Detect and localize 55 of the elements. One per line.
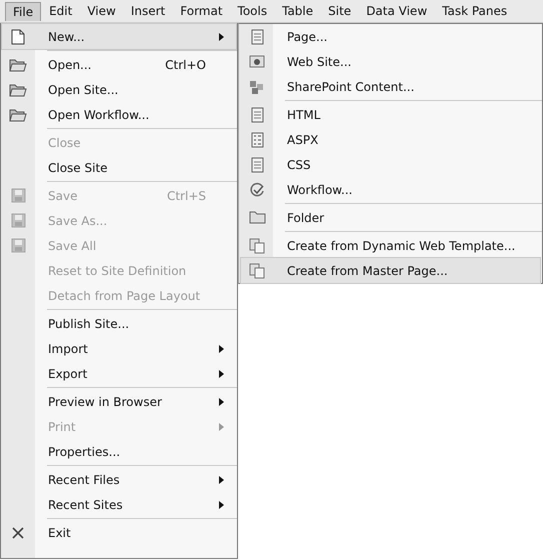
blocks-icon (249, 78, 265, 94)
menu-item[interactable]: Properties... (2, 439, 236, 464)
menu-title[interactable]: Data View (359, 2, 434, 20)
folder-icon (9, 82, 27, 97)
menu-item[interactable]: Create from Master Page... (241, 258, 540, 283)
submenu-arrow-icon (219, 500, 224, 508)
submenu-arrow-icon (219, 398, 224, 406)
menu-item[interactable]: Recent Files (2, 467, 236, 492)
menu-item[interactable]: SharePoint Content... (241, 74, 540, 99)
menu-title[interactable]: Tools (230, 2, 274, 20)
folder-icon (9, 107, 27, 122)
menu-item[interactable]: Page... (241, 24, 540, 49)
menu-item[interactable]: Export (2, 361, 236, 386)
menu-title[interactable]: Insert (124, 2, 172, 20)
menu-title[interactable]: File (5, 2, 42, 20)
document-icon (250, 28, 264, 44)
list-icon (250, 132, 264, 148)
menu-title[interactable]: Edit (42, 2, 80, 20)
submenu-arrow-icon (219, 476, 224, 484)
menu-item[interactable]: Close Site (2, 155, 236, 180)
menu-item[interactable]: Workflow... (241, 177, 540, 202)
document-icon (250, 106, 264, 122)
menu-item[interactable]: Open Workflow... (2, 102, 236, 127)
submenu-arrow-icon (219, 370, 224, 378)
page-icon (11, 28, 25, 44)
menu-title[interactable]: Format (173, 2, 230, 20)
menu-item[interactable]: New... (2, 24, 236, 49)
menu-title[interactable]: Site (321, 2, 358, 20)
menu-item[interactable]: Import (2, 336, 236, 361)
check-circle-icon (249, 182, 265, 198)
window-icon (249, 55, 265, 68)
menu-item[interactable]: ASPX (241, 127, 540, 152)
menu-title[interactable]: View (80, 2, 123, 20)
document-icon (250, 156, 264, 172)
documents-icon (249, 238, 265, 254)
menu-item[interactable]: Publish Site... (2, 311, 236, 336)
close-icon (11, 526, 25, 540)
submenu-arrow-icon (219, 422, 224, 430)
menu-item[interactable]: Folder (241, 205, 540, 230)
menu-item[interactable]: Exit (2, 520, 236, 545)
folder-icon (9, 57, 27, 72)
folder-icon (248, 211, 266, 224)
submenu-arrow-icon (219, 32, 224, 40)
submenu-arrow-icon (219, 344, 224, 352)
menu-title[interactable]: Task Panes (435, 2, 514, 20)
menu-item[interactable]: Create from Dynamic Web Template... (241, 233, 540, 258)
menu-item[interactable]: Recent Sites (2, 492, 236, 517)
menu-item[interactable]: Open Site... (2, 77, 236, 102)
menu-title[interactable]: Table (275, 2, 320, 20)
menu-item[interactable]: Open... Ctrl+O (2, 52, 236, 77)
documents-icon (249, 262, 265, 278)
menu-item[interactable]: CSS (241, 152, 540, 177)
menu-item[interactable]: Preview in Browser (2, 389, 236, 414)
menu-item[interactable]: HTML (241, 102, 540, 127)
menu-item[interactable]: Web Site... (241, 49, 540, 74)
